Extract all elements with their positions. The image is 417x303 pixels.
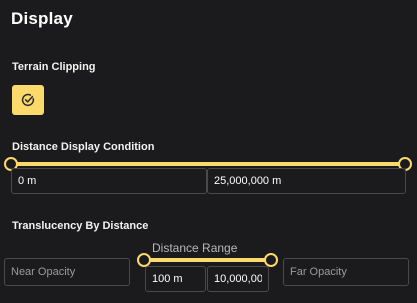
- range-far-input[interactable]: [207, 266, 269, 292]
- range-near-input[interactable]: [145, 266, 206, 292]
- terrain-clipping-label: Terrain Clipping: [12, 61, 96, 73]
- range-slider-track: [144, 258, 271, 262]
- distance-display-condition-label: Distance Display Condition: [12, 141, 155, 153]
- distance-range-slider[interactable]: [137, 253, 278, 267]
- near-opacity-input[interactable]: [4, 258, 130, 286]
- check-circle-icon: [21, 93, 35, 107]
- terrain-clipping-toggle[interactable]: [12, 85, 44, 115]
- distance-far-input[interactable]: [207, 168, 406, 194]
- translucency-by-distance-label: Translucency By Distance: [12, 220, 149, 232]
- panel-title: Display: [11, 9, 73, 28]
- range-slider-handle-min[interactable]: [137, 253, 151, 267]
- far-opacity-input[interactable]: [283, 258, 409, 286]
- range-slider-handle-max[interactable]: [264, 253, 278, 267]
- distance-near-input[interactable]: [11, 168, 207, 194]
- slider-track: [11, 162, 405, 166]
